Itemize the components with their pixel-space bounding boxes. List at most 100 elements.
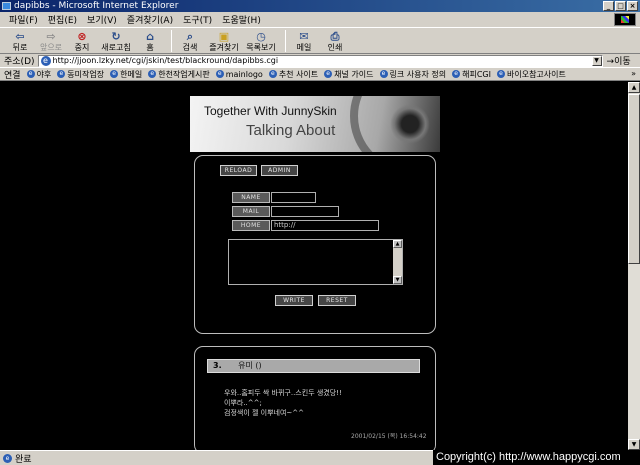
- link-item[interactable]: e 채널 가이드: [324, 69, 374, 80]
- link-item[interactable]: e 한천작업게시판: [148, 69, 210, 80]
- window-titlebar: dapibbs - Microsoft Internet Explorer _ …: [0, 0, 640, 12]
- link-item[interactable]: e 동미작업장: [57, 69, 104, 80]
- homepage-field[interactable]: http://: [271, 220, 379, 231]
- scroll-thumb[interactable]: [628, 94, 640, 264]
- menu-edit[interactable]: 편집(E): [43, 13, 82, 26]
- post-author[interactable]: 유미 (): [238, 361, 262, 370]
- menu-help[interactable]: 도움말(H): [217, 13, 266, 26]
- maximize-button[interactable]: □: [615, 1, 626, 11]
- post-header: 3. 유미 (): [207, 359, 420, 373]
- link-label: 한메일: [120, 69, 143, 79]
- mail-button[interactable]: ✉ 메일: [290, 28, 318, 52]
- refresh-icon: ↻: [111, 30, 121, 43]
- post-timestamp: 2001/02/15 (목) 16:54:42: [351, 433, 427, 440]
- mail-label: 메일: [296, 43, 312, 52]
- name-field[interactable]: [271, 192, 316, 203]
- message-textarea[interactable]: ▲ ▼: [228, 239, 403, 285]
- stop-button[interactable]: ⊗ 중지: [68, 28, 96, 52]
- forward-arrow-icon: ⇨: [46, 30, 56, 43]
- history-icon: ◷: [256, 30, 266, 43]
- post-panel: 3. 유미 () 우와..홈피두 싹 바뀌구..스킨두 생겼당!! 이뿌라..^…: [194, 346, 436, 450]
- close-button[interactable]: ×: [627, 1, 638, 11]
- minimize-button[interactable]: _: [603, 1, 614, 11]
- status-text: 완료: [15, 454, 32, 465]
- link-item[interactable]: e 추천 사이트: [268, 69, 318, 80]
- search-icon: ⌕: [186, 30, 194, 43]
- link-page-icon: e: [26, 70, 35, 78]
- menu-view[interactable]: 보기(V): [82, 13, 122, 26]
- write-button[interactable]: WRITE: [275, 295, 313, 306]
- scroll-down-icon[interactable]: ▼: [393, 276, 402, 284]
- link-label: 링크 사용자 정의: [389, 69, 447, 79]
- mail-label: MAIL: [232, 206, 270, 217]
- link-label: 한천작업게시판: [158, 69, 210, 79]
- post-body: 우와..홈피두 싹 바뀌구..스킨두 생겼당!! 이뿌라..^^; 검정색이 젤…: [224, 388, 342, 418]
- page-scrollbar[interactable]: ▲ ▼: [628, 82, 640, 450]
- stop-icon: ⊗: [77, 30, 87, 43]
- link-label: 동미작업장: [67, 69, 105, 79]
- admin-button[interactable]: ADMIN: [261, 165, 298, 176]
- search-button[interactable]: ⌕ 검색: [176, 28, 204, 52]
- windows-logo-throbber: [614, 13, 636, 26]
- ie-app-icon: [2, 2, 11, 10]
- address-url[interactable]: http://jjoon.lzky.net/cgi/jskin/test/bla…: [53, 56, 279, 65]
- address-dropdown-icon[interactable]: ▼: [591, 55, 602, 66]
- link-item[interactable]: e 야후: [26, 69, 51, 80]
- window-title: dapibbs - Microsoft Internet Explorer: [14, 1, 179, 11]
- reset-button[interactable]: RESET: [318, 295, 356, 306]
- reload-button[interactable]: RELOAD: [220, 165, 257, 176]
- more-links-chevron[interactable]: »: [631, 69, 636, 78]
- link-item[interactable]: e mainlogo: [215, 69, 263, 79]
- go-label: 이동: [614, 57, 631, 67]
- banner-tagline: Together With JunnySkin: [204, 104, 337, 118]
- toolbar: ⇦ 뒤로 ⇨ 앞으로 ⊗ 중지 ↻ 새로고침 ⌂ 홈 ⌕ 검색 ▣ 즐겨찾기 ◷…: [0, 27, 640, 54]
- favorites-folder-icon: ▣: [218, 30, 230, 43]
- home-label: HOME: [232, 220, 270, 231]
- link-item[interactable]: e 바이오참고사이트: [496, 69, 566, 80]
- history-label: 목록보기: [246, 43, 276, 52]
- link-label: mainlogo: [225, 69, 263, 79]
- home-label: 홈: [146, 43, 154, 52]
- page-icon: e: [40, 55, 51, 66]
- forward-label: 앞으로: [39, 43, 63, 52]
- status-page-icon: e: [3, 453, 12, 463]
- link-item[interactable]: e 해피CGI: [452, 69, 491, 80]
- print-button[interactable]: ⎙ 인쇄: [321, 28, 349, 52]
- address-input[interactable]: e http://jjoon.lzky.net/cgi/jskin/test/b…: [37, 54, 603, 67]
- menu-tools[interactable]: 도구(T): [178, 13, 217, 26]
- link-page-icon: e: [496, 70, 505, 78]
- page-content: Together With JunnySkin Talking About RE…: [0, 82, 628, 450]
- textarea-scrollbar[interactable]: ▲ ▼: [393, 240, 402, 284]
- print-label: 인쇄: [327, 43, 343, 52]
- scroll-up-icon[interactable]: ▲: [628, 82, 640, 93]
- home-button[interactable]: ⌂ 홈: [136, 28, 164, 52]
- history-button[interactable]: ◷ 목록보기: [244, 28, 278, 52]
- link-page-icon: e: [148, 70, 157, 78]
- write-form-panel: RELOAD ADMIN NAME MAIL HOME http:// ▲ ▼ …: [194, 155, 436, 334]
- links-bar: 연결 e 야후 e 동미작업장 e 한메일 e 한천작업게시판 e mainlogo e추…: [0, 67, 640, 81]
- copyright-notice: Copyright(c) http://www.happycgi.com: [433, 450, 640, 465]
- favorites-button[interactable]: ▣ 즐겨찾기: [207, 28, 241, 52]
- scroll-up-icon[interactable]: ▲: [393, 240, 402, 248]
- post-line: 우와..홈피두 싹 바뀌구..스킨두 생겼당!!: [224, 389, 342, 397]
- scroll-down-icon[interactable]: ▼: [628, 439, 640, 450]
- link-page-icon: e: [110, 70, 119, 78]
- go-button[interactable]: →이동: [607, 54, 631, 67]
- forward-button[interactable]: ⇨ 앞으로: [37, 28, 65, 52]
- favorites-label: 즐겨찾기: [209, 43, 239, 52]
- stop-label: 중지: [74, 43, 90, 52]
- toolbar-separator: [285, 30, 286, 52]
- link-page-icon: e: [452, 70, 461, 78]
- back-button[interactable]: ⇦ 뒤로: [6, 28, 34, 52]
- link-page-icon: e: [324, 70, 333, 78]
- links-label: 연결: [4, 70, 21, 81]
- window-controls: _ □ ×: [603, 1, 638, 11]
- refresh-button[interactable]: ↻ 새로고침: [99, 28, 133, 52]
- post-line: 이뿌라..^^;: [224, 399, 262, 407]
- toolbar-separator: [171, 30, 172, 52]
- link-item[interactable]: e 한메일: [110, 69, 142, 80]
- menu-file[interactable]: 파일(F): [4, 13, 43, 26]
- mail-field[interactable]: [271, 206, 339, 217]
- menu-favorites[interactable]: 즐겨찾기(A): [122, 13, 178, 26]
- link-item[interactable]: e 링크 사용자 정의: [379, 69, 447, 80]
